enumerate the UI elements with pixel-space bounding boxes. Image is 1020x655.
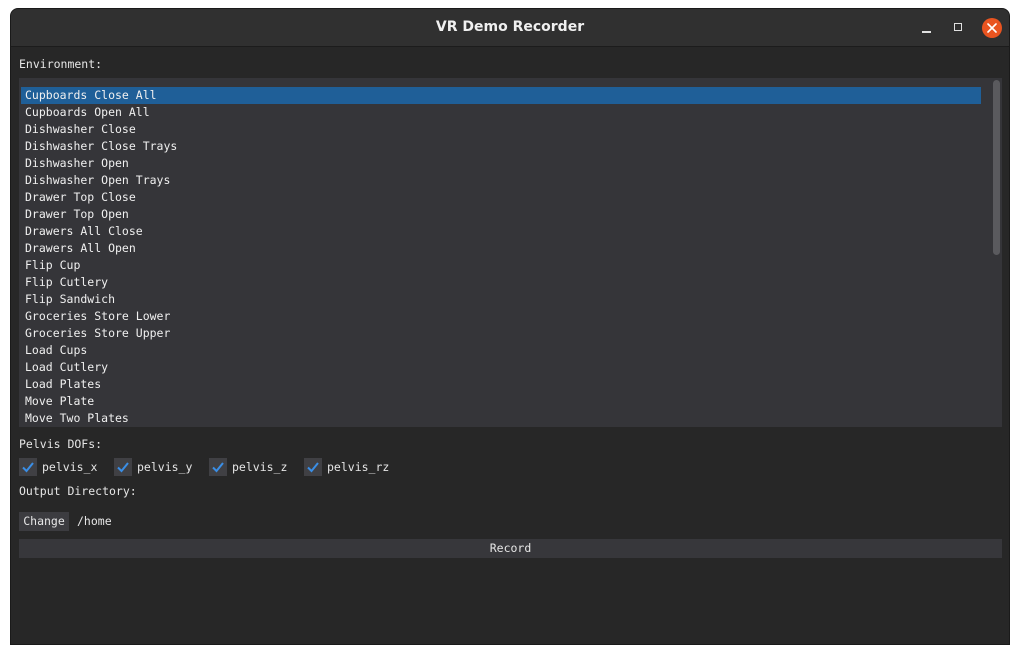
output-directory-path: /home [77, 514, 112, 528]
list-item[interactable]: Dishwasher Open Trays [21, 172, 981, 189]
checkbox-label: pelvis_x [42, 460, 98, 474]
maximize-button[interactable] [949, 18, 969, 38]
list-item[interactable]: Cupboards Close All [21, 87, 981, 104]
checkbox-label: pelvis_z [232, 460, 288, 474]
checkmark-icon [22, 462, 34, 473]
checkbox-label: pelvis_rz [327, 460, 390, 474]
title-bar[interactable]: VR Demo Recorder [11, 9, 1009, 47]
environment-list: Cupboards Close All Cupboards Open All Dis… [19, 87, 1002, 427]
change-directory-button[interactable]: Change [19, 512, 69, 531]
list-item[interactable]: Drawers All Open [21, 240, 981, 257]
list-item[interactable]: Flip Sandwich [21, 291, 981, 308]
list-item[interactable]: Dishwasher Open [21, 155, 981, 172]
record-button[interactable]: Record [19, 539, 1002, 558]
list-item[interactable]: Dishwasher Close [21, 121, 981, 138]
maximize-icon [954, 23, 962, 31]
list-item[interactable]: Flip Cutlery [21, 274, 981, 291]
list-item[interactable]: Move Plate [21, 393, 981, 410]
list-scrollbar[interactable] [993, 80, 1000, 255]
list-item[interactable]: Groceries Store Upper [21, 325, 981, 342]
list-item[interactable]: Drawer Top Close [21, 189, 981, 206]
checkbox-box[interactable] [304, 458, 322, 476]
list-item[interactable]: Load Cutlery [21, 359, 981, 376]
list-item[interactable]: Groceries Store Lower [21, 308, 981, 325]
close-button[interactable] [982, 18, 1002, 38]
checkbox-box[interactable] [19, 458, 37, 476]
list-item[interactable]: Load Cups [21, 342, 981, 359]
checkmark-icon [212, 462, 224, 473]
checkmark-icon [117, 462, 129, 473]
close-icon [987, 23, 997, 33]
pelvis-dofs-label: Pelvis DOFs: [19, 437, 103, 451]
checkmark-icon [307, 462, 319, 473]
list-item[interactable]: Dishwasher Close Trays [21, 138, 981, 155]
list-item[interactable]: Load Plates [21, 376, 981, 393]
output-directory-label: Output Directory: [19, 484, 137, 498]
minimize-icon [922, 31, 931, 33]
list-item[interactable]: Move Two Plates [21, 410, 981, 427]
list-item[interactable]: Drawers All Close [21, 223, 981, 240]
list-item[interactable]: Flip Cup [21, 257, 981, 274]
main-content: Environment: Cupboards Close All Cupboard… [11, 46, 1009, 644]
checkbox-box[interactable] [114, 458, 132, 476]
environment-listbox[interactable]: Cupboards Close All Cupboards Open All Dis… [19, 78, 1002, 427]
checkbox-box[interactable] [209, 458, 227, 476]
list-item[interactable]: Drawer Top Open [21, 206, 981, 223]
app-window: VR Demo Recorder Environment: Cupboards … [10, 8, 1010, 645]
checkbox-label: pelvis_y [137, 460, 193, 474]
minimize-button[interactable] [916, 18, 936, 38]
window-title: VR Demo Recorder [435, 19, 585, 35]
environment-label: Environment: [19, 57, 103, 71]
list-item[interactable]: Cupboards Open All [21, 104, 981, 121]
